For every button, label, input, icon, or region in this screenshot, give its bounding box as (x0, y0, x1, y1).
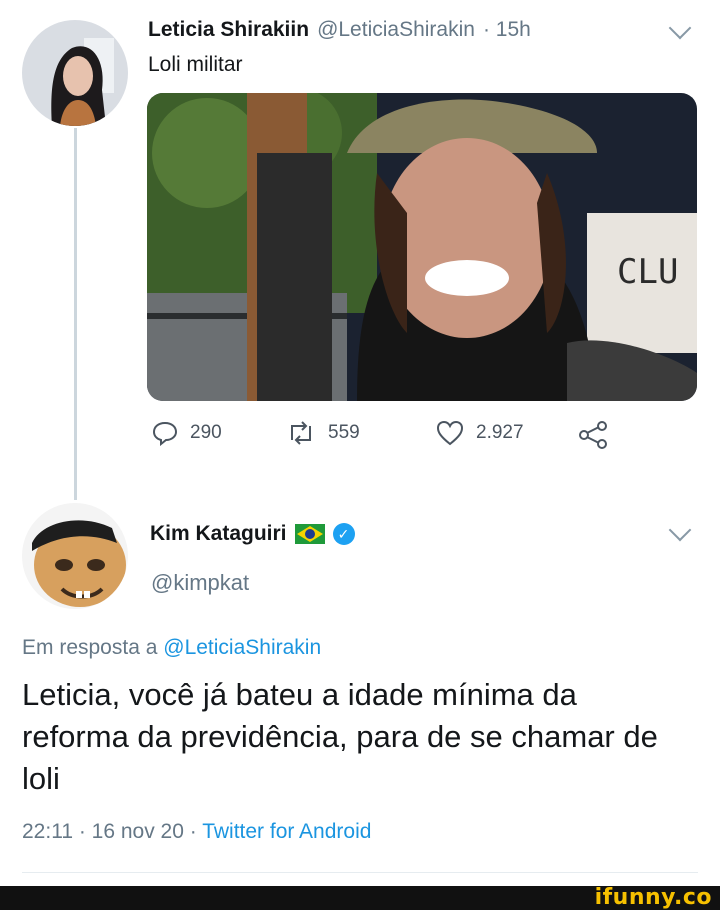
like-action[interactable]: 2.927 (436, 420, 524, 446)
retweet-icon (291, 421, 311, 445)
tweet1-header: Leticia Shirakiin @LeticiaShirakin · 15h (148, 18, 531, 42)
timestamp[interactable]: 22:11 · 16 nov 20 · (22, 820, 202, 843)
display-name[interactable]: Kim Kataguiri (150, 522, 287, 546)
timestamp[interactable]: · 15h (483, 18, 531, 42)
ifunny-watermark: ifunny.co (594, 885, 712, 910)
tweet-meta: 22:11 · 16 nov 20 · Twitter for Android (22, 820, 371, 844)
chevron-down-icon[interactable] (668, 16, 692, 40)
tweet2-header: Kim Kataguiri ✓ (150, 522, 355, 546)
reply-context: Em resposta a @LeticiaShirakin (22, 636, 321, 660)
divider (22, 872, 698, 873)
retweet-count: 559 (328, 422, 360, 443)
reply-count: 290 (190, 422, 222, 443)
brazil-flag-icon (294, 524, 325, 544)
tweet1-text: Loli militar (148, 53, 243, 76)
share-icon (579, 421, 607, 449)
chevron-down-icon[interactable] (668, 518, 692, 542)
reply-prefix: Em resposta a (22, 636, 158, 659)
reply-to-link[interactable]: @LeticiaShirakin (163, 636, 321, 659)
share-action[interactable] (578, 420, 608, 450)
display-name[interactable]: Leticia Shirakiin (148, 18, 309, 42)
source-link[interactable]: Twitter for Android (202, 820, 371, 843)
avatar-leticia[interactable] (22, 20, 128, 126)
handle[interactable]: @LeticiaShirakin (317, 18, 475, 42)
tweet2-text: Leticia, você já bateu a idade mínima da… (22, 677, 658, 796)
svg-text:CLU: CLU (617, 252, 678, 292)
retweet-action[interactable]: 559 (286, 420, 360, 446)
heart-icon (436, 420, 464, 446)
like-count: 2.927 (476, 422, 524, 443)
tweet-photo[interactable]: CLU (147, 93, 697, 401)
handle[interactable]: @kimpkat (151, 570, 249, 596)
reply-action[interactable]: 290 (152, 420, 222, 446)
verified-badge-icon: ✓ (332, 523, 355, 545)
avatar-kim[interactable] (22, 503, 128, 609)
reply-icon (152, 421, 178, 446)
thread-connector-line (74, 128, 77, 500)
